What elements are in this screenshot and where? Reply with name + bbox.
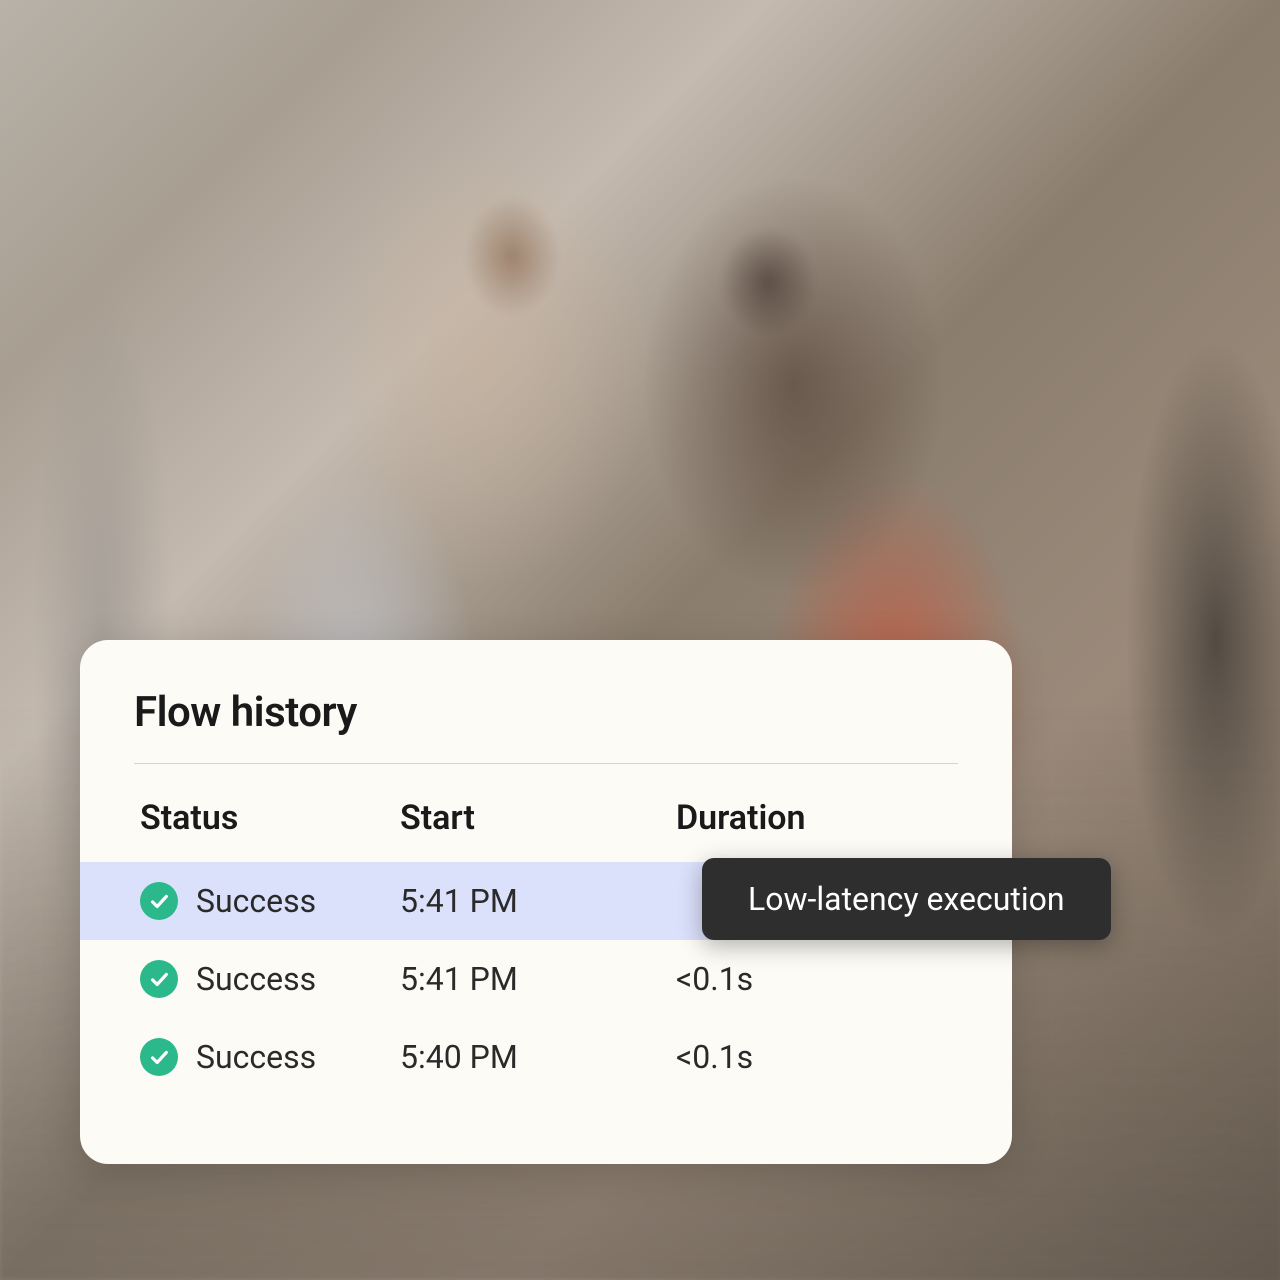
- table-row[interactable]: Success 5:40 PM <0.1s: [80, 1018, 1012, 1096]
- success-check-icon: [140, 1038, 178, 1076]
- table-row[interactable]: Success 5:41 PM <0.1s: [80, 940, 1012, 1018]
- column-header-status: Status: [140, 798, 400, 838]
- duration-value: <0.1s: [676, 960, 952, 998]
- status-cell: Success: [140, 882, 400, 920]
- duration-value: <0.1s: [676, 1038, 952, 1076]
- status-label: Success: [196, 960, 316, 998]
- table-header: Status Start Duration: [134, 798, 958, 838]
- status-cell: Success: [140, 1038, 400, 1076]
- success-check-icon: [140, 882, 178, 920]
- status-label: Success: [196, 882, 316, 920]
- start-time: 5:41 PM: [400, 882, 676, 920]
- start-time: 5:41 PM: [400, 960, 676, 998]
- column-header-duration: Duration: [676, 798, 952, 838]
- status-cell: Success: [140, 960, 400, 998]
- tooltip: Low-latency execution: [702, 858, 1111, 940]
- status-label: Success: [196, 1038, 316, 1076]
- start-time: 5:40 PM: [400, 1038, 676, 1076]
- divider: [134, 763, 958, 764]
- success-check-icon: [140, 960, 178, 998]
- card-title: Flow history: [134, 688, 958, 737]
- column-header-start: Start: [400, 798, 676, 838]
